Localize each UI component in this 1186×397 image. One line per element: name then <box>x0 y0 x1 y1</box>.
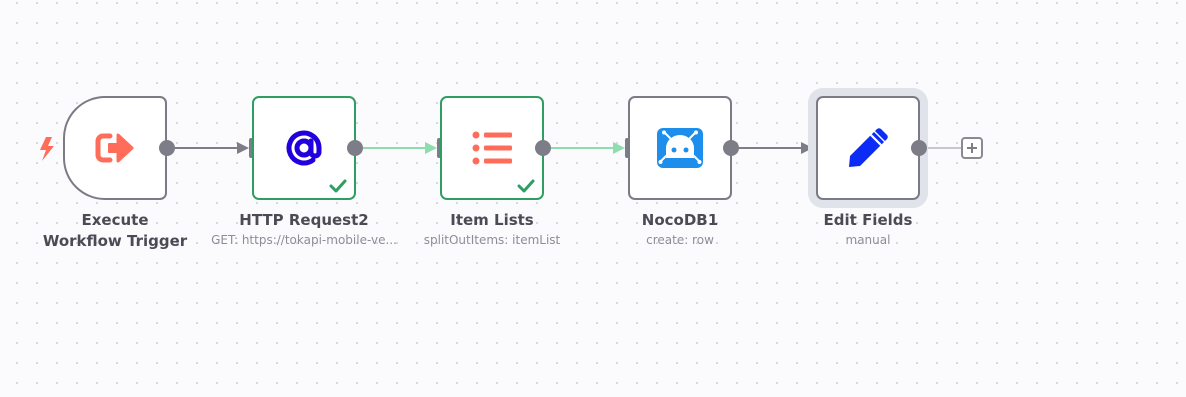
node-edit-fields[interactable] <box>816 96 920 200</box>
add-node-button[interactable] <box>961 137 983 159</box>
nocodb-icon <box>657 128 703 168</box>
output-handle-http[interactable] <box>347 140 363 156</box>
node-item-lists[interactable] <box>440 96 544 200</box>
connection-item-lists-to-nocodb[interactable] <box>551 142 625 154</box>
bolt-icon <box>40 137 54 161</box>
output-handle-item-lists[interactable] <box>535 140 551 156</box>
node-label-http-request2: HTTP Request2 GET: https://tokapi-mobile… <box>204 210 404 249</box>
node-title: Item Lists <box>450 211 534 229</box>
node-title: Edit Fields <box>823 211 913 229</box>
node-label-execute-workflow-trigger: Execute Workflow Trigger <box>15 210 215 252</box>
pencil-icon <box>847 127 889 169</box>
node-title: Execute Workflow Trigger <box>42 211 188 250</box>
node-http-request2[interactable] <box>252 96 356 200</box>
node-subtitle: create: row <box>646 233 714 247</box>
plus-icon <box>967 143 977 153</box>
output-handle-trigger[interactable] <box>159 140 175 156</box>
node-label-item-lists: Item Lists splitOutItems: itemList <box>392 210 592 249</box>
at-sign-icon <box>282 126 326 170</box>
node-nocodb1[interactable] <box>628 96 732 200</box>
output-handle-nocodb[interactable] <box>723 140 739 156</box>
workflow-canvas[interactable]: Execute Workflow Trigger HTTP Request2 G… <box>0 0 1186 397</box>
connections-layer <box>175 142 961 154</box>
node-title: HTTP Request2 <box>239 211 369 229</box>
list-icon <box>472 131 512 165</box>
connection-trigger-to-http[interactable] <box>175 142 249 154</box>
node-subtitle: GET: https://tokapi-mobile-ve... <box>211 233 397 247</box>
node-title: NocoDB1 <box>641 211 719 229</box>
sign-out-icon <box>94 131 136 165</box>
success-check-icon <box>517 179 535 193</box>
connection-nocodb-to-edit-fields[interactable] <box>739 142 813 154</box>
node-label-nocodb1: NocoDB1 create: row <box>580 210 780 249</box>
node-execute-workflow-trigger[interactable] <box>63 96 167 200</box>
node-subtitle: manual <box>845 233 891 247</box>
node-subtitle: splitOutItems: itemList <box>423 233 561 247</box>
node-label-edit-fields: Edit Fields manual <box>768 210 968 249</box>
connection-http-to-item-lists[interactable] <box>363 142 437 154</box>
success-check-icon <box>329 179 347 193</box>
output-handle-edit-fields[interactable] <box>911 140 927 156</box>
